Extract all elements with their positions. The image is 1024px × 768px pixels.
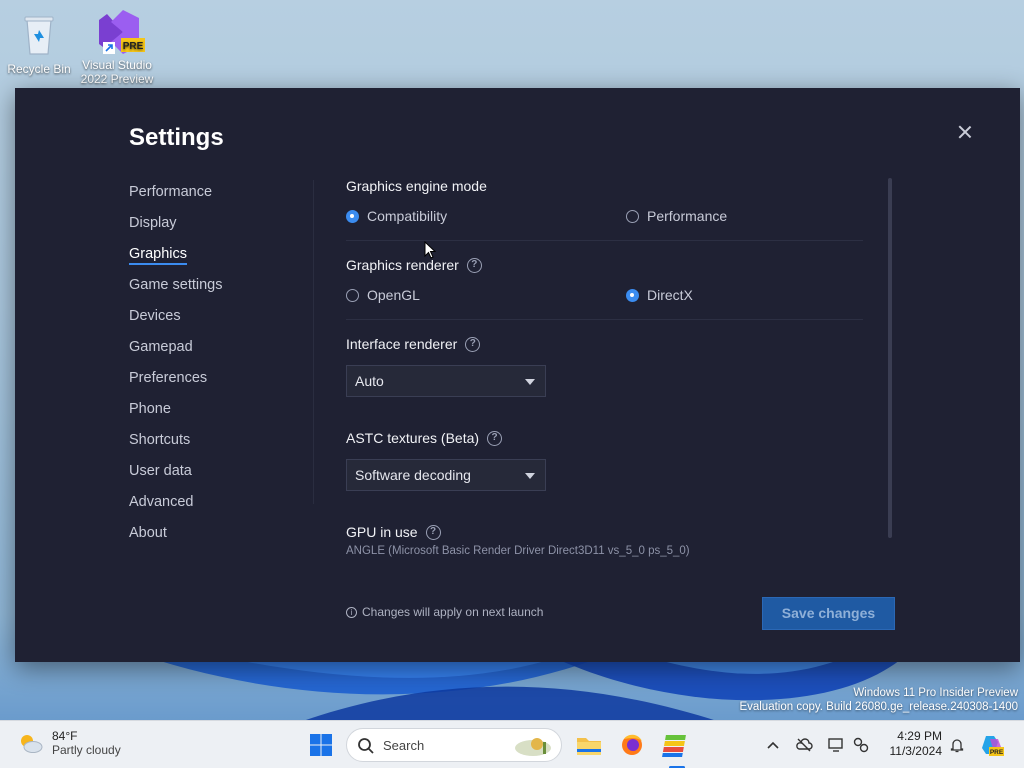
radio-performance[interactable]: Performance [626, 208, 727, 224]
windows-watermark: Windows 11 Pro Insider Preview Evaluatio… [739, 686, 1018, 714]
svg-text:PRE: PRE [990, 749, 1004, 756]
nav-item-graphics[interactable]: Graphics [129, 240, 309, 271]
cloud-offline-icon[interactable] [795, 736, 813, 754]
gpu-in-use-value: ANGLE (Microsoft Basic Render Driver Dir… [346, 545, 690, 557]
radio-unselected-icon [626, 209, 639, 223]
taskbar-search[interactable]: Search [346, 728, 562, 762]
nav-item-advanced[interactable]: Advanced [129, 488, 309, 519]
nav-item-shortcuts[interactable]: Shortcuts [129, 426, 309, 457]
footer-note: i Changes will apply on next launch [346, 605, 543, 619]
settings-window: Settings Performance Display Graphics Ga… [15, 88, 1020, 662]
desktop-icon-visual-studio[interactable]: PRE Visual Studio 2022 Preview [79, 6, 155, 86]
windows-logo-icon [310, 734, 332, 756]
clock-date: 11/3/2024 [889, 744, 943, 758]
help-icon[interactable]: ? [465, 336, 481, 352]
nav-item-user-data[interactable]: User data [129, 457, 309, 488]
folder-icon [577, 738, 601, 755]
network-icon[interactable] [852, 736, 870, 754]
divider [346, 319, 863, 320]
watermark-line-2: Evaluation copy. Build 26080.ge_release.… [739, 701, 1018, 713]
firefox-button[interactable] [616, 729, 648, 761]
watermark-line-1: Windows 11 Pro Insider Preview [853, 687, 1018, 699]
svg-text:PRE: PRE [123, 41, 144, 52]
bluestacks-icon [662, 735, 686, 757]
gpu-in-use-label: GPU in use ? [346, 524, 441, 540]
radio-unselected-icon [346, 288, 359, 302]
graphics-engine-mode-label: Graphics engine mode [346, 178, 487, 194]
display-icon[interactable] [827, 736, 845, 754]
clock[interactable]: 4:29 PM 11/3/2024 [880, 729, 943, 759]
scrollbar[interactable] [888, 178, 892, 538]
graphics-renderer-label: Graphics renderer ? [346, 257, 482, 273]
save-changes-button[interactable]: Save changes [762, 597, 895, 630]
copilot-icon[interactable]: PRE [980, 733, 1004, 757]
interface-renderer-dropdown[interactable]: Auto [346, 365, 546, 397]
settings-title: Settings [129, 124, 224, 151]
nav-item-about[interactable]: About [129, 519, 309, 550]
radio-opengl[interactable]: OpenGL [346, 287, 420, 303]
nav-item-gamepad[interactable]: Gamepad [129, 333, 309, 364]
chevron-up-icon[interactable] [764, 736, 782, 754]
desktop-icon-label: Recycle Bin [7, 62, 71, 76]
notification-bell-icon[interactable] [948, 736, 966, 754]
info-icon: i [346, 606, 357, 618]
bluestacks-button[interactable] [661, 729, 693, 768]
astc-textures-dropdown[interactable]: Software decoding [346, 459, 546, 491]
desktop-icon-label: Visual Studio 2022 Preview [80, 58, 154, 86]
nav-item-display[interactable]: Display [129, 209, 309, 240]
chevron-down-icon [525, 379, 535, 385]
nav-item-game-settings[interactable]: Game settings [129, 271, 309, 302]
nav-divider [313, 180, 314, 504]
desktop-icon-recycle-bin[interactable]: Recycle Bin [1, 10, 77, 76]
chevron-down-icon [525, 473, 535, 479]
help-icon[interactable]: ? [487, 430, 503, 446]
search-highlight-icon [515, 738, 551, 756]
radio-directx[interactable]: DirectX [626, 287, 693, 303]
visual-studio-icon: PRE [93, 6, 145, 54]
weather-temp: 84°F [52, 729, 78, 743]
start-button[interactable] [305, 729, 337, 761]
close-button[interactable] [955, 122, 975, 142]
nav-item-performance[interactable]: Performance [129, 178, 309, 209]
astc-textures-label: ASTC textures (Beta) ? [346, 430, 503, 446]
partly-cloudy-icon [21, 735, 43, 753]
weather-condition: Partly cloudy [52, 743, 121, 757]
nav-item-phone[interactable]: Phone [129, 395, 309, 426]
file-explorer-button[interactable] [573, 729, 605, 761]
interface-renderer-label: Interface renderer ? [346, 336, 481, 352]
mouse-cursor-icon [424, 241, 436, 259]
radio-compatibility[interactable]: Compatibility [346, 208, 447, 224]
help-icon[interactable]: ? [466, 257, 482, 273]
nav-item-devices[interactable]: Devices [129, 302, 309, 333]
recycle-bin-icon [15, 10, 63, 58]
radio-selected-icon [626, 288, 639, 302]
settings-nav: Performance Display Graphics Game settin… [129, 178, 309, 550]
firefox-icon [622, 734, 642, 755]
search-icon [358, 738, 374, 754]
nav-item-preferences[interactable]: Preferences [129, 364, 309, 395]
clock-time: 4:29 PM [897, 729, 942, 743]
help-icon[interactable]: ? [425, 524, 441, 540]
search-placeholder: Search [383, 738, 425, 753]
weather-widget[interactable]: 84°F Partly cloudy [18, 729, 121, 757]
taskbar: 84°F Partly cloudy Search 4:29 PM 11/3/2… [0, 720, 1024, 768]
radio-selected-icon [346, 209, 359, 223]
